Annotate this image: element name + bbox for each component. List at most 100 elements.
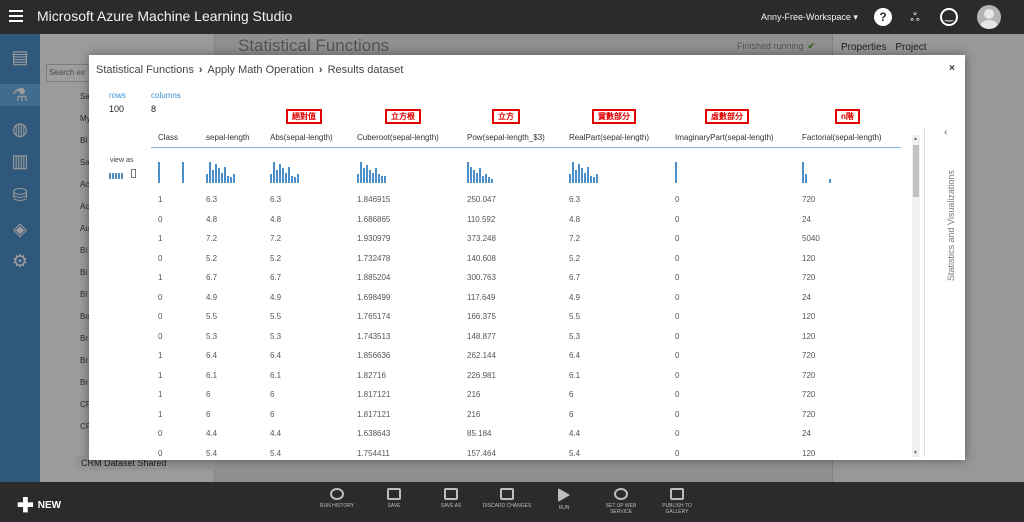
table-cell[interactable]: 6.1 (206, 371, 217, 380)
table-cell[interactable]: 0 (158, 332, 162, 341)
table-cell[interactable]: 6 (270, 410, 274, 419)
column-histogram[interactable] (270, 159, 310, 183)
table-cell[interactable]: 1.817121 (357, 390, 390, 399)
table-cell[interactable]: 1.846915 (357, 195, 390, 204)
table-cell[interactable]: 0 (675, 332, 679, 341)
table-cell[interactable]: 7.2 (569, 234, 580, 243)
table-cell[interactable]: 1.686865 (357, 215, 390, 224)
save-as-button[interactable]: SAVE AS (426, 488, 476, 509)
table-cell[interactable]: 0 (675, 273, 679, 282)
table-cell[interactable]: 5040 (802, 234, 820, 243)
boxplot-view-icon[interactable] (131, 169, 136, 178)
help-icon[interactable]: ? (874, 8, 892, 26)
table-cell[interactable]: 5.2 (569, 254, 580, 263)
table-cell[interactable]: 6.7 (206, 273, 217, 282)
column-header[interactable]: RealPart(sepal-length) (569, 133, 649, 142)
table-cell[interactable]: 0 (675, 390, 679, 399)
table-cell[interactable]: 6.4 (569, 351, 580, 360)
table-cell[interactable]: 6.4 (206, 351, 217, 360)
column-histogram[interactable] (569, 159, 609, 183)
table-cell[interactable]: 216 (467, 390, 480, 399)
table-cell[interactable]: 6.7 (270, 273, 281, 282)
table-cell[interactable]: 6.1 (569, 371, 580, 380)
table-cell[interactable]: 6.3 (270, 195, 281, 204)
table-cell[interactable]: 5.5 (206, 312, 217, 321)
table-cell[interactable]: 120 (802, 332, 815, 341)
table-cell[interactable]: 262.144 (467, 351, 496, 360)
table-cell[interactable]: 5.3 (569, 332, 580, 341)
column-histogram[interactable] (467, 159, 507, 183)
table-cell[interactable]: 1.732478 (357, 254, 390, 263)
table-cell[interactable]: 0 (675, 293, 679, 302)
table-cell[interactable]: 216 (467, 410, 480, 419)
table-cell[interactable]: 1 (158, 351, 162, 360)
table-cell[interactable]: 1.930979 (357, 234, 390, 243)
table-cell[interactable]: 6 (569, 410, 573, 419)
table-cell[interactable]: 5.5 (569, 312, 580, 321)
table-cell[interactable]: 7.2 (270, 234, 281, 243)
table-cell[interactable]: 120 (802, 312, 815, 321)
column-header[interactable]: Pow(sepal-length_$3) (467, 133, 545, 142)
table-cell[interactable]: 0 (675, 312, 679, 321)
table-cell[interactable]: 6.1 (270, 371, 281, 380)
table-cell[interactable]: 6 (569, 390, 573, 399)
column-header[interactable]: Class (158, 133, 178, 142)
table-cell[interactable]: 1.698499 (357, 293, 390, 302)
scroll-up-icon[interactable]: ▲ (913, 136, 918, 142)
table-cell[interactable]: 1.82716 (357, 371, 386, 380)
table-cell[interactable]: 5.3 (206, 332, 217, 341)
new-button[interactable]: ✚ NEW (17, 493, 61, 518)
table-cell[interactable]: 6.3 (206, 195, 217, 204)
table-cell[interactable]: 4.4 (206, 429, 217, 438)
table-cell[interactable]: 6.7 (569, 273, 580, 282)
table-cell[interactable]: 4.9 (206, 293, 217, 302)
table-cell[interactable]: 1 (158, 410, 162, 419)
table-cell[interactable]: 140.608 (467, 254, 496, 263)
table-cell[interactable]: 7.2 (206, 234, 217, 243)
table-cell[interactable]: 24 (802, 215, 811, 224)
workspace-selector[interactable]: Anny-Free-Workspace ▾ (761, 12, 858, 23)
scrollbar-thumb[interactable] (913, 145, 919, 197)
table-cell[interactable]: 4.8 (270, 215, 281, 224)
table-cell[interactable]: 720 (802, 371, 815, 380)
table-cell[interactable]: 720 (802, 195, 815, 204)
scroll-down-icon[interactable]: ▼ (913, 450, 918, 456)
table-cell[interactable]: 0 (675, 215, 679, 224)
table-cell[interactable]: 157.464 (467, 449, 496, 458)
table-cell[interactable]: 6.4 (270, 351, 281, 360)
table-cell[interactable]: 720 (802, 390, 815, 399)
table-cell[interactable]: 0 (675, 371, 679, 380)
table-cell[interactable]: 4.9 (569, 293, 580, 302)
table-cell[interactable]: 373.248 (467, 234, 496, 243)
table-cell[interactable]: 1 (158, 273, 162, 282)
table-cell[interactable]: 110.592 (467, 215, 495, 224)
table-cell[interactable]: 0 (675, 234, 679, 243)
table-cell[interactable]: 1.638643 (357, 429, 390, 438)
column-header[interactable]: Cuberoot(sepal-length) (357, 133, 439, 142)
breadcrumb-experiment[interactable]: Statistical Functions (96, 64, 194, 76)
menu-icon[interactable] (9, 10, 23, 22)
table-scrollbar[interactable]: ▲ ▼ (912, 135, 920, 457)
column-histogram[interactable] (158, 159, 198, 183)
table-cell[interactable]: 250.047 (467, 195, 496, 204)
table-cell[interactable]: 117.649 (467, 293, 495, 302)
table-cell[interactable]: 226.981 (467, 371, 496, 380)
table-cell[interactable]: 120 (802, 449, 815, 458)
column-header[interactable]: Factorial(sepal-length) (802, 133, 882, 142)
table-cell[interactable]: 166.375 (467, 312, 496, 321)
set-up-web-service-button[interactable]: SET UP WEB SERVICE (596, 488, 646, 515)
table-cell[interactable]: 720 (802, 351, 815, 360)
close-icon[interactable]: × (949, 63, 955, 74)
table-cell[interactable]: 0 (158, 254, 162, 263)
column-histogram[interactable] (675, 159, 715, 183)
breadcrumb-module[interactable]: Apply Math Operation (208, 64, 314, 76)
column-histogram[interactable] (802, 159, 842, 183)
column-histogram[interactable] (357, 159, 397, 183)
table-cell[interactable]: 5.3 (270, 332, 281, 341)
table-cell[interactable]: 1.765174 (357, 312, 390, 321)
column-header[interactable]: Abs(sepal-length) (270, 133, 333, 142)
table-cell[interactable]: 0 (675, 410, 679, 419)
table-cell[interactable]: 5.4 (569, 449, 580, 458)
discard-changes-button[interactable]: DISCARD CHANGES (482, 488, 532, 509)
table-cell[interactable]: 720 (802, 410, 815, 419)
